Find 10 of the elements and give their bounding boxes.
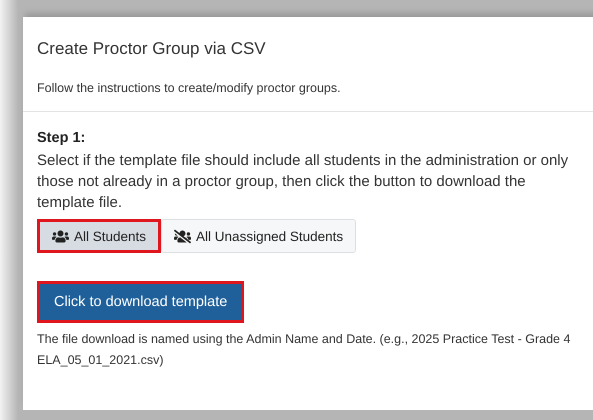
file-note: The file download is named using the Admin Name and Date. (e.g., 2025 Practice Test - Grade 4 ELA_05_01_2021.csv): [37, 331, 572, 369]
users-icon: [52, 228, 69, 244]
step-heading: Step 1:: [37, 130, 86, 146]
option-button[interactable]: All Students: [37, 219, 162, 253]
dialog-subtitle: Follow the instructions to create/modify proctor groups.: [37, 81, 342, 95]
step-instructions: Select if the template file should include all students in the administration or only those not already in a proctor group, then click the button to download the template file.: [37, 151, 570, 213]
dialog-title: Create Proctor Group via CSV: [37, 39, 267, 59]
download-button[interactable]: Click to download template: [37, 281, 244, 323]
users-slash-icon: [174, 228, 192, 244]
option-button[interactable]: All Unassigned Students: [161, 219, 356, 253]
